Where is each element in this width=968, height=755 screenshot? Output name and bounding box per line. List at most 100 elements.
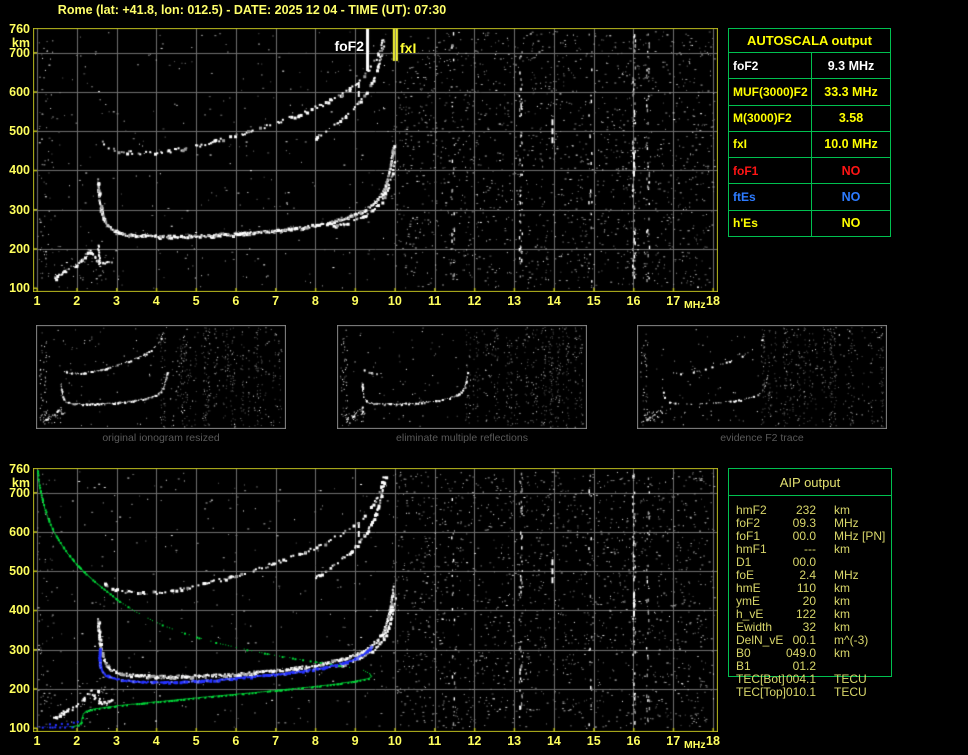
station-date-title: Rome (lat: +41.8, lon: 012.5) - DATE: 20… xyxy=(57,3,447,17)
x-tick-label: 6 xyxy=(232,734,240,748)
aip-row-value: 049.0 xyxy=(785,646,816,660)
x-tick-label: 2 xyxy=(73,734,81,748)
autoscala-row-label: h'Es xyxy=(729,210,812,236)
x-tick-label: 17 xyxy=(666,734,681,748)
aip-row-unit: MHz xyxy=(834,529,859,543)
aip-row-value: --- xyxy=(804,542,816,556)
aip-row-label: B0 xyxy=(736,646,751,660)
autoscala-row-label: foF2 xyxy=(729,53,812,79)
x-tick-label: 4 xyxy=(152,294,160,308)
x-tick-label: 15 xyxy=(586,734,601,748)
y-axis-unit-label: km xyxy=(11,476,30,490)
aip-row-value: 00.0 xyxy=(792,529,816,543)
aip-row: B0 049.0 km xyxy=(729,646,891,660)
aip-row-label: D1 xyxy=(736,555,752,569)
x-tick-label: 13 xyxy=(507,294,522,308)
aip-row: DelN_vE 00.1 m^(-3) xyxy=(729,633,891,647)
autoscala-row-value: 33.3 MHz xyxy=(824,84,878,99)
aip-row-value: 010.1 xyxy=(785,685,816,699)
aip-row: foF1 00.0 MHz [PN] xyxy=(729,529,891,543)
x-tick-label: 1 xyxy=(33,294,41,308)
fxI-marker-label: fxI xyxy=(400,40,417,56)
aip-row-value: 00.1 xyxy=(792,633,816,647)
aip-row: hmF1 --- km xyxy=(729,542,891,556)
x-tick-label: 4 xyxy=(152,734,160,748)
autoscala-row: MUF(3000)F2 33.3 MHz xyxy=(729,79,890,106)
autoscala-row-value: 10.0 MHz xyxy=(824,137,878,152)
y-axis-unit-label: km xyxy=(11,36,30,50)
aip-row-unit: km xyxy=(834,503,850,517)
aip-row: foF2 09.3 MHz xyxy=(729,516,891,530)
aip-row-label: foE xyxy=(736,568,755,582)
aip-row-unit: km xyxy=(834,581,850,595)
aip-row: B1 01.2 xyxy=(729,659,891,673)
x-tick-label: 5 xyxy=(192,294,200,308)
x-tick-label: 7 xyxy=(272,294,280,308)
autoscala-row-value: NO xyxy=(841,163,861,178)
x-tick-label: 10 xyxy=(387,294,402,308)
autoscala-row-value: 3.58 xyxy=(838,111,864,126)
autoscala-row-value: NO xyxy=(841,190,861,205)
aip-row: foE 2.4 MHz xyxy=(729,568,891,582)
autoscala-row-label: M(3000)F2 xyxy=(729,105,812,131)
x-tick-label: 11 xyxy=(428,734,442,748)
x-tick-label: 7 xyxy=(272,734,280,748)
thumbnail-caption-original: original ionogram resized xyxy=(102,432,220,444)
aip-table-title: AIP output xyxy=(779,475,841,490)
y-tick-label: 600 xyxy=(9,84,30,99)
x-tick-label: 10 xyxy=(387,734,402,748)
thumbnail-eliminate-reflections xyxy=(337,325,587,429)
aip-row-value: 122 xyxy=(795,607,816,621)
aip-row-unit: km xyxy=(834,594,850,608)
x-tick-label: 11 xyxy=(428,294,442,308)
y-tick-label: 100 xyxy=(9,721,30,735)
x-axis-unit-label: MHz xyxy=(684,739,706,751)
aip-row-label: hmE xyxy=(736,581,761,595)
x-tick-label: 16 xyxy=(626,294,641,308)
aip-row-value: 2.4 xyxy=(799,568,816,582)
x-tick-label: 8 xyxy=(311,734,319,748)
thumbnail-original-ionogram xyxy=(36,325,286,429)
autoscala-table-rows: foF2 9.3 MHz MUF(3000)F2 33.3 MHz M(3000)F2 3… xyxy=(729,53,890,236)
aip-row: TEC[Top] 010.1 TECU xyxy=(729,685,891,699)
aip-row: TEC[Bot] 004.1 TECU xyxy=(729,672,891,686)
aip-row: hmE 110 km xyxy=(729,581,891,595)
aip-row-unit: km xyxy=(834,620,850,634)
autoscala-row-label: ftEs xyxy=(729,184,812,210)
aip-row-value: 004.1 xyxy=(785,672,816,686)
aip-row-label: foF1 xyxy=(736,529,761,543)
x-tick-label: 6 xyxy=(232,294,240,308)
x-tick-label: 5 xyxy=(192,734,200,748)
autoscala-row: M(3000)F2 3.58 xyxy=(729,105,890,132)
x-tick-label: 18 xyxy=(706,734,720,748)
y-tick-label: 400 xyxy=(9,603,30,618)
aip-row: hmF2 232 km xyxy=(729,503,891,517)
aip-row-value: 110 xyxy=(796,581,816,595)
autoscala-row-value: NO xyxy=(841,216,861,231)
y-tick-label: 300 xyxy=(9,202,30,217)
autoscala-table-title: AUTOSCALA output xyxy=(729,29,890,53)
aip-row-unit: MHz xyxy=(834,568,859,582)
autoscala-row: foF2 9.3 MHz xyxy=(729,53,890,80)
aip-row-value: 232 xyxy=(795,503,816,517)
x-tick-label: 17 xyxy=(666,294,681,308)
thumbnail-evidence-f2-trace xyxy=(637,325,887,429)
x-tick-label: 3 xyxy=(113,734,120,748)
aip-row-value: 32 xyxy=(802,620,816,634)
autoscala-output-table: AUTOSCALA output foF2 9.3 MHz MUF(3000)F2 3… xyxy=(728,28,891,237)
aip-row-unit: km xyxy=(834,646,850,660)
autoscala-output-window: { "title": "Rome (lat: +41.8, lon: 012.5… xyxy=(0,0,968,755)
y-tick-label: 760 xyxy=(9,462,30,476)
x-tick-label: 8 xyxy=(311,294,319,308)
autoscala-row-label: fxI xyxy=(729,131,812,158)
bottom-ionogram-canvas xyxy=(33,468,718,732)
y-tick-label: 200 xyxy=(9,241,30,256)
aip-row-label: B1 xyxy=(736,659,751,673)
x-tick-label: 1 xyxy=(33,734,41,748)
autoscala-row: foF1 NO xyxy=(729,158,890,185)
aip-row-label: foF2 xyxy=(736,516,761,530)
y-tick-label: 760 xyxy=(9,22,30,36)
thumbnail-caption-eliminate: eliminate multiple reflections xyxy=(396,432,528,444)
y-tick-label: 400 xyxy=(9,163,30,178)
x-axis-unit-label: MHz xyxy=(684,299,706,311)
